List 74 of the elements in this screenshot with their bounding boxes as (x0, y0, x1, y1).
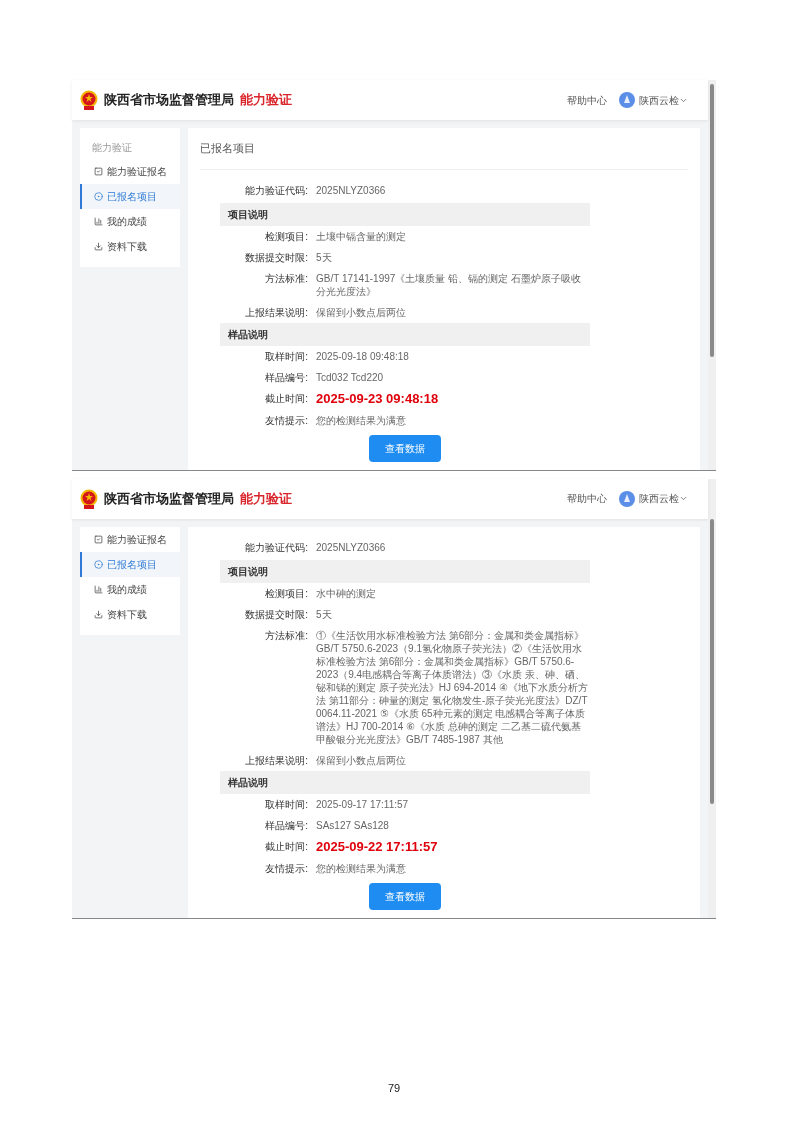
sidebar-heading: 能力验证 (91, 141, 133, 155)
field-value: 保留到小数点后两位 (316, 753, 407, 767)
field-label: 上报结果说明: (244, 753, 308, 767)
sidebar-item[interactable]: 已报名项目 (80, 184, 180, 209)
field-value: Tcd032 Tcd220 (316, 370, 385, 384)
download-icon (94, 242, 103, 251)
field-value: 5天 (316, 607, 333, 621)
field-value: SAs127 SAs128 (316, 818, 390, 832)
field-value: 2025-09-18 09:48:18 (316, 349, 410, 363)
help-link[interactable]: 帮助中心 (567, 491, 607, 506)
caret-icon (679, 494, 688, 503)
section-header: 样品说明 (220, 770, 590, 794)
user-menu[interactable]: 陕西云检 (639, 92, 688, 108)
field-label: 检测项目: (264, 586, 308, 600)
field-value: 您的检测结果为满意 (316, 413, 407, 427)
download-icon (94, 609, 103, 619)
sidebar-item[interactable]: 资料下载 (80, 601, 180, 627)
checkbox-icon (94, 534, 103, 544)
field-value: 5天 (316, 250, 333, 264)
field-value: 土壤中镉含量的测定 (316, 229, 407, 243)
field-value: GB/T 17141-1997《土壤质量 铅、镉的测定 石墨炉原子吸收分光光度法》 (316, 271, 582, 298)
field-label: 数据提交时限: (244, 250, 308, 264)
field-label: 友情提示: (264, 413, 308, 427)
field-label: 能力验证代码: (244, 540, 308, 555)
emblem-icon (80, 90, 98, 110)
field-label: 数据提交时限: (244, 607, 308, 621)
sidebar-item[interactable]: 我的成绩 (80, 576, 180, 602)
sidebar-item[interactable]: 能力验证报名 (80, 526, 180, 552)
field-label: 友情提示: (264, 861, 308, 875)
target-icon (94, 192, 103, 201)
help-link[interactable]: 帮助中心 (567, 92, 607, 108)
field-label: 取样时间: (264, 349, 308, 363)
deadline-value: 2025-09-23 09:48:18 (316, 391, 440, 406)
field-label: 方法标准: (264, 271, 308, 285)
field-label: 截止时间: (264, 839, 308, 853)
field-value: ①《生活饮用水标准检验方法 第6部分：金属和类金属指标》GB/T 5750.6-2023（9.1氢化物原子荧光法）②《生活饮用水标准检验方法 第6部分：金属和类金属指标》GB/T 5750.6-2023（9.4电感耦合等离子体质谱法）③《水质 汞、砷、硒、铋和锑的测定 原子荧光法》HJ 694-2014 ④《地下水质分析方法 第11部分：砷量的测定 氢化物发生-原子荧光光度法》DZ/T 0064.11-2021 ⑤《水质 65种元素的测定 电感耦合等离子体质谱法》HJ 700-2014 ⑥《水质 总砷的测定 二乙基二硫代氨基甲酸银分光光度法》GB/T 7485-1987 其他 (316, 628, 589, 746)
panel-title: 已报名项目 (200, 128, 688, 170)
field-label: 检测项目: (264, 229, 308, 243)
field-value: 2025-09-17 17:11:57 (316, 797, 410, 811)
product-title: 能力验证 (240, 91, 292, 110)
field-label: 样品编号: (264, 370, 308, 384)
field-label: 取样时间: (264, 797, 308, 811)
org-title: 陕西省市场监督管理局 (104, 489, 234, 508)
product-title: 能力验证 (240, 489, 292, 508)
sidebar-item[interactable]: 已报名项目 (80, 551, 180, 577)
field-value: 保留到小数点后两位 (316, 305, 407, 319)
scrollbar[interactable] (708, 478, 716, 918)
bar-chart-icon (94, 584, 103, 594)
emblem-icon (80, 488, 98, 509)
sidebar-item[interactable]: 能力验证报名 (80, 159, 180, 184)
target-icon (94, 559, 103, 569)
sidebar-item[interactable]: 资料下载 (80, 234, 180, 259)
org-title: 陕西省市场监督管理局 (104, 91, 234, 110)
field-label: 截止时间: (264, 391, 308, 405)
field-label: 上报结果说明: (244, 305, 308, 319)
bar-chart-icon (94, 217, 103, 226)
page-number: 79 (387, 1080, 401, 1096)
scrollbar[interactable] (708, 80, 716, 470)
field-value: 2025NLYZ0366 (316, 183, 387, 198)
avatar-icon (619, 490, 635, 507)
deadline-value: 2025-09-22 17:11:57 (316, 839, 439, 854)
field-value: 您的检测结果为满意 (316, 861, 407, 875)
field-value: 水中砷的测定 (316, 586, 377, 600)
field-label: 方法标准: (264, 628, 308, 642)
section-header: 项目说明 (220, 202, 590, 226)
section-header: 项目说明 (220, 559, 590, 583)
sidebar-item[interactable]: 我的成绩 (80, 209, 180, 234)
checkbox-icon (94, 167, 103, 176)
avatar-icon (619, 92, 635, 108)
field-label: 能力验证代码: (244, 183, 308, 198)
field-value: 2025NLYZ0366 (316, 540, 387, 555)
user-menu[interactable]: 陕西云检 (639, 491, 688, 506)
field-label: 样品编号: (264, 818, 308, 832)
section-header: 样品说明 (220, 322, 590, 346)
